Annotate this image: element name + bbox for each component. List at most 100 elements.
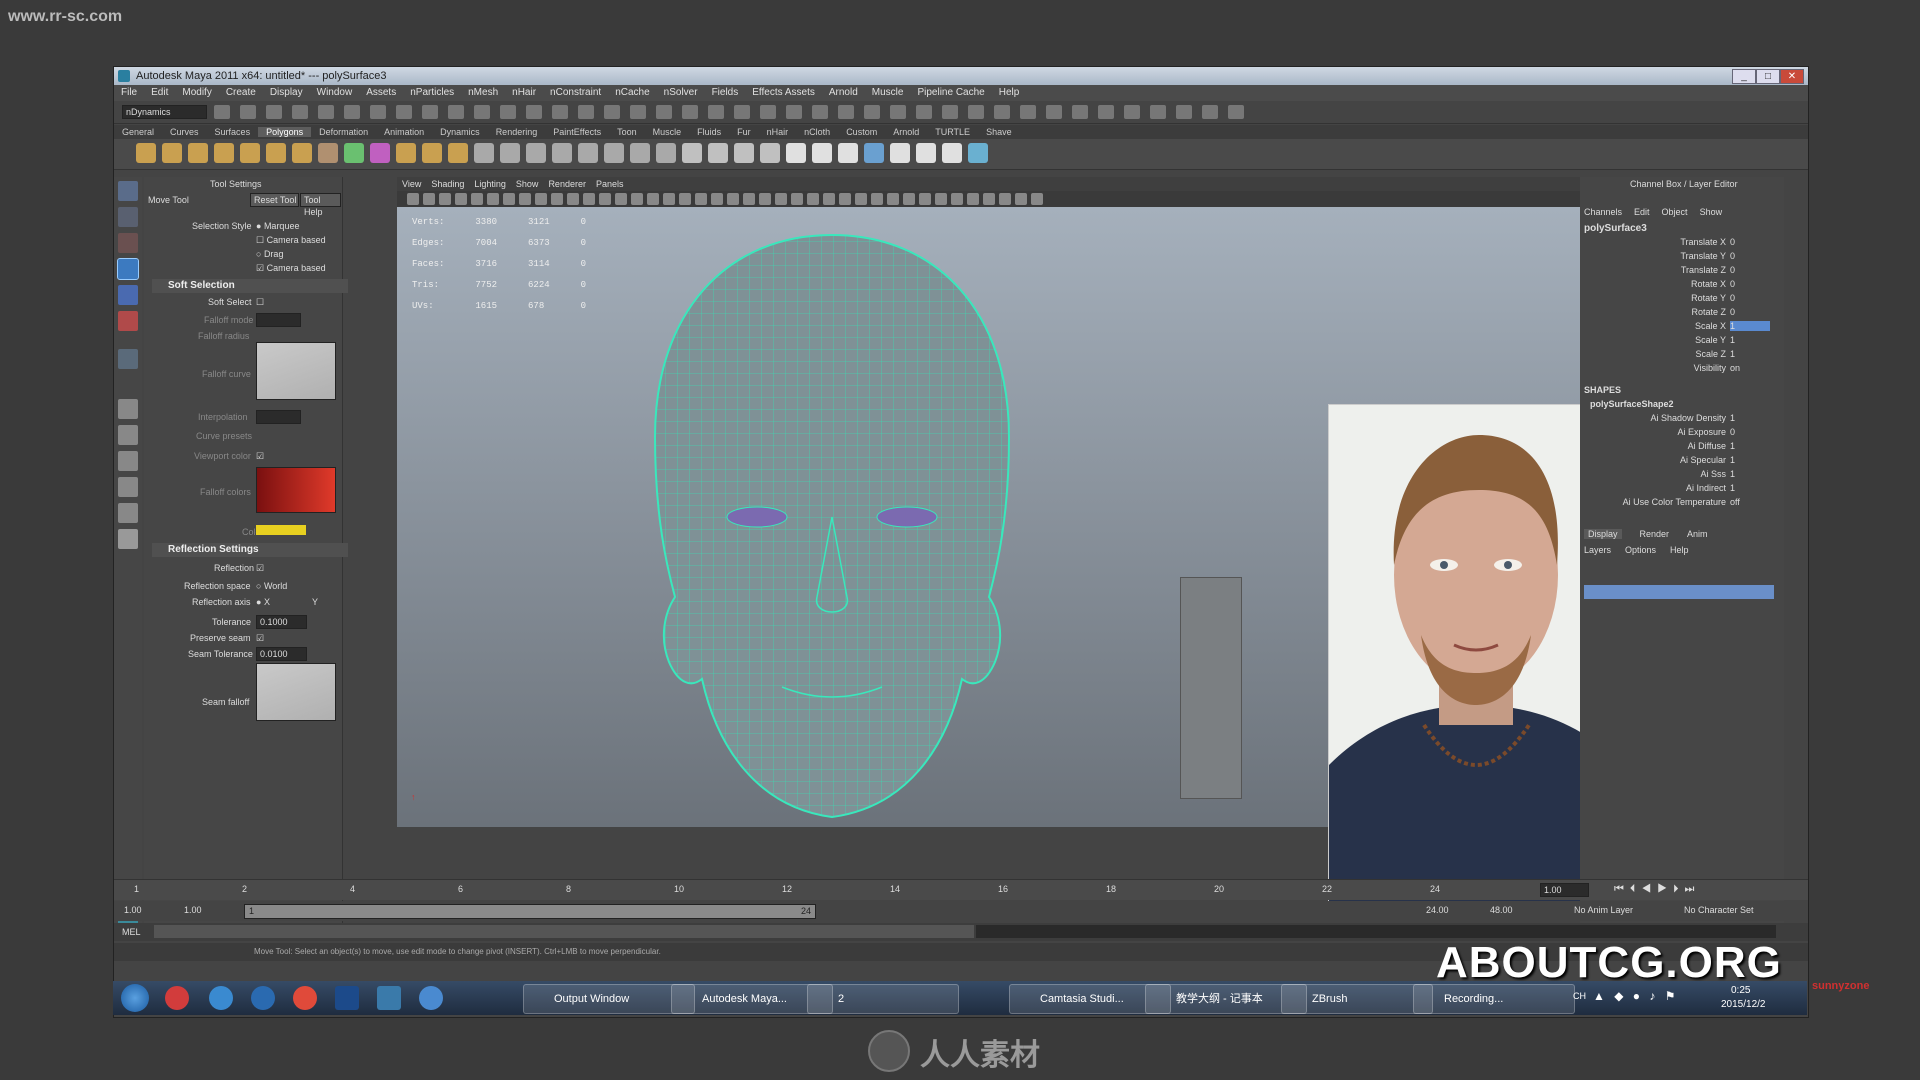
preserve-seam-checkbox[interactable]: ☑ (256, 633, 264, 644)
layout-four-icon[interactable] (118, 425, 138, 445)
shelf-tab-nhair[interactable]: nHair (759, 127, 797, 137)
display-layer-row[interactable] (1584, 585, 1774, 599)
viewport-tool-icon[interactable] (935, 193, 947, 205)
viewport-tool-icon[interactable] (663, 193, 675, 205)
shelf-tab-shave[interactable]: Shave (978, 127, 1020, 137)
menu-help[interactable]: Help (999, 87, 1020, 98)
layer-tab-display[interactable]: Display (1584, 529, 1622, 539)
shelf-tab-turtle[interactable]: TURTLE (927, 127, 978, 137)
shape-channel-value[interactable]: 1 (1730, 455, 1770, 465)
soft-selection-section[interactable]: Soft Selection (152, 279, 348, 293)
shape-name[interactable]: polySurfaceShape2 (1590, 399, 1674, 409)
shape-channel-row[interactable]: Ai Use Color Temperature off (1600, 497, 1770, 510)
playback-controls[interactable]: ⏮⏴◀▶⏵⏭ (1614, 883, 1700, 896)
camera-based-checkbox-2[interactable]: ☑ Camera based (256, 263, 326, 274)
shelf-polygon-tool-icon[interactable] (968, 143, 988, 163)
shelf-polygon-tool-icon[interactable] (812, 143, 832, 163)
shelf-polygon-tool-icon[interactable] (890, 143, 910, 163)
viewport-tool-icon[interactable] (615, 193, 627, 205)
statusline-tool-icon[interactable] (422, 105, 438, 119)
menu-set-dropdown[interactable]: nDynamics (122, 105, 207, 119)
layout-single-icon[interactable] (118, 399, 138, 419)
menu-ncache[interactable]: nCache (615, 87, 649, 98)
channel-row[interactable]: Translate X 0 (1600, 237, 1770, 250)
statusline-tool-icon[interactable] (266, 105, 282, 119)
shelf-tab-dynamics[interactable]: Dynamics (432, 127, 488, 137)
start-button-icon[interactable] (121, 984, 149, 1012)
statusline-tool-icon[interactable] (552, 105, 568, 119)
lasso-tool-icon[interactable] (118, 207, 138, 227)
camera-based-checkbox[interactable]: ☐ Camera based (256, 235, 326, 246)
shelf-tab-deformation[interactable]: Deformation (311, 127, 376, 137)
viewport-tool-icon[interactable] (487, 193, 499, 205)
world-radio[interactable]: ○ World (256, 581, 287, 591)
qq-icon[interactable] (165, 986, 189, 1010)
menu-effects-assets[interactable]: Effects Assets (752, 87, 815, 98)
viewport-tool-icon[interactable] (727, 193, 739, 205)
channel-value[interactable]: 0 (1730, 265, 1770, 275)
shelf-polygon-tool-icon[interactable] (370, 143, 390, 163)
viewport-menu-panels[interactable]: Panels (596, 179, 624, 189)
statusline-tool-icon[interactable] (786, 105, 802, 119)
menu-edit[interactable]: Edit (151, 87, 168, 98)
viewport-tool-icon[interactable] (839, 193, 851, 205)
shelf-tab-surfaces[interactable]: Surfaces (207, 127, 259, 137)
shelf-polygon-tool-icon[interactable] (786, 143, 806, 163)
layer-menu-layers[interactable]: Layers (1584, 545, 1611, 555)
shape-channel-row[interactable]: Ai Exposure 0 (1600, 427, 1770, 440)
tolerance-field[interactable]: 0.1000 (256, 615, 307, 629)
statusline-tool-icon[interactable] (240, 105, 256, 119)
command-input[interactable] (154, 925, 974, 938)
statusline-tool-icon[interactable] (1046, 105, 1062, 119)
shelf-polygon-tool-icon[interactable] (448, 143, 468, 163)
viewport-tool-icon[interactable] (583, 193, 595, 205)
shelf-polygon-tool-icon[interactable] (604, 143, 624, 163)
shelf-tab-curves[interactable]: Curves (162, 127, 207, 137)
perspective-viewport[interactable]: View Shading Lighting Show Renderer Panels Ve… (397, 177, 1624, 913)
statusline-tool-icon[interactable] (682, 105, 698, 119)
statusline-tool-icon[interactable] (214, 105, 230, 119)
shelf-polygon-tool-icon[interactable] (396, 143, 416, 163)
viewport-tool-icon[interactable] (855, 193, 867, 205)
range-slider-bar[interactable]: 1 24 (244, 904, 816, 919)
photoshop-icon[interactable] (335, 986, 359, 1010)
viewport-menu-view[interactable]: View (402, 179, 421, 189)
statusline-tool-icon[interactable] (344, 105, 360, 119)
statusline-tool-icon[interactable] (396, 105, 412, 119)
viewport-tool-icon[interactable] (759, 193, 771, 205)
shelf-polygon-tool-icon[interactable] (552, 143, 572, 163)
clock-time[interactable]: 0:25 (1731, 985, 1750, 996)
statusline-tool-icon[interactable] (864, 105, 880, 119)
paint-select-icon[interactable] (118, 233, 138, 253)
statusline-tool-icon[interactable] (942, 105, 958, 119)
select-tool-icon[interactable] (118, 181, 138, 201)
shelf-polygon-tool-icon[interactable] (214, 143, 234, 163)
tray-icons[interactable]: ▲ ◆ ● ♪ ⚑ (1593, 989, 1678, 1003)
shelf-polygon-tool-icon[interactable] (916, 143, 936, 163)
statusline-tool-icon[interactable] (916, 105, 932, 119)
rotate-tool-icon[interactable] (118, 285, 138, 305)
drag-radio[interactable]: ○ Drag (256, 249, 283, 259)
viewport-tool-icon[interactable] (535, 193, 547, 205)
viewport-tool-icon[interactable] (567, 193, 579, 205)
statusline-tool-icon[interactable] (812, 105, 828, 119)
viewport-tool-icon[interactable] (551, 193, 563, 205)
shelf-polygon-tool-icon[interactable] (188, 143, 208, 163)
menu-nsolver[interactable]: nSolver (664, 87, 698, 98)
menu-assets[interactable]: Assets (366, 87, 396, 98)
shelf-polygon-tool-icon[interactable] (474, 143, 494, 163)
shelf-polygon-tool-icon[interactable] (162, 143, 182, 163)
tool-help-button[interactable]: Tool Help (300, 193, 341, 217)
viewport-menu-lighting[interactable]: Lighting (474, 179, 506, 189)
menu-modify[interactable]: Modify (182, 87, 211, 98)
viewport-tool-icon[interactable] (791, 193, 803, 205)
globe-icon[interactable] (419, 986, 443, 1010)
move-tool-icon[interactable] (117, 258, 139, 280)
menu-nconstraint[interactable]: nConstraint (550, 87, 601, 98)
statusline-tool-icon[interactable] (474, 105, 490, 119)
menu-nparticles[interactable]: nParticles (410, 87, 454, 98)
shelf-tab-muscle[interactable]: Muscle (645, 127, 690, 137)
shape-channel-value[interactable]: 1 (1730, 483, 1770, 493)
shelf-polygon-tool-icon[interactable] (266, 143, 286, 163)
shape-channel-row[interactable]: Ai Specular 1 (1600, 455, 1770, 468)
